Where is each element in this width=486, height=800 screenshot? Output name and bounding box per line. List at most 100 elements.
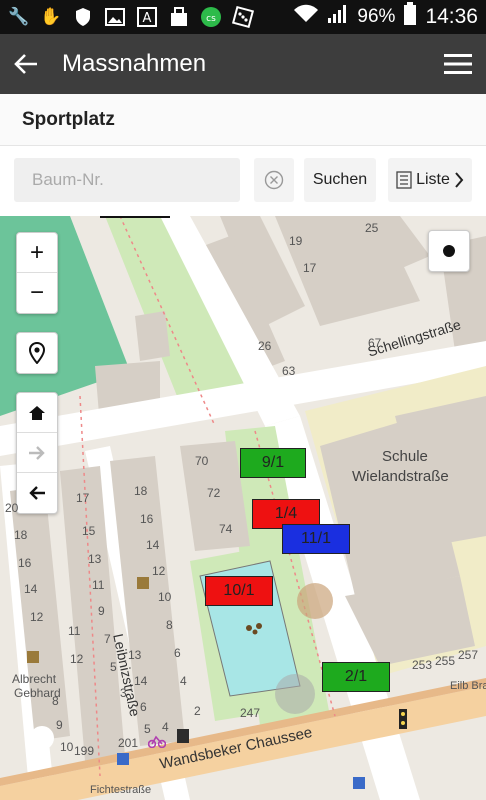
bus-stop-icon <box>352 776 366 795</box>
house-number: 4 <box>162 720 169 734</box>
battery-icon <box>403 2 417 32</box>
school-label: Wielandstraße <box>352 468 449 485</box>
house-number: 18 <box>134 484 148 498</box>
cloud-icon: cs <box>200 6 222 28</box>
house-number: 253 <box>412 658 433 672</box>
house-number: 247 <box>240 706 261 720</box>
house-number: 70 <box>195 454 209 468</box>
house-number: 10 <box>60 740 74 754</box>
dice-icon <box>232 6 254 28</box>
search-row: Suchen Liste <box>0 146 486 216</box>
svg-text:cs: cs <box>206 14 216 24</box>
house-number: 11 <box>68 624 81 638</box>
poi-label: Albrecht <box>12 672 57 686</box>
signal-icon <box>327 4 349 30</box>
page-title: Massnahmen <box>62 50 207 77</box>
house-number: 25 <box>365 221 379 235</box>
house-number: 16 <box>140 512 154 526</box>
location-pin-icon <box>29 342 45 364</box>
house-number: 2 <box>194 704 201 718</box>
locate-button[interactable] <box>17 333 57 373</box>
svg-text:A: A <box>143 11 152 26</box>
house-number: 26 <box>258 339 272 353</box>
house-number: 13 <box>128 648 142 662</box>
house-number: 14 <box>146 538 160 552</box>
clear-circle-icon <box>264 170 284 190</box>
tree-label[interactable]: 10/1 <box>205 576 273 606</box>
house-number: 14 <box>24 582 38 596</box>
arrow-left-icon <box>14 54 37 74</box>
search-button[interactable]: Suchen <box>304 158 376 202</box>
home-icon <box>29 405 45 420</box>
house-number: 8 <box>166 618 173 632</box>
street-label: Fichtestraße <box>90 784 152 796</box>
back-button[interactable] <box>2 34 50 94</box>
forward-button[interactable] <box>17 433 57 473</box>
parking-icon <box>176 728 190 749</box>
navigation-control <box>16 392 58 514</box>
list-icon <box>396 171 412 189</box>
house-number: 11 <box>92 578 105 592</box>
tree-label[interactable]: 11/1 <box>282 524 350 554</box>
house-number: 5 <box>110 660 117 674</box>
bag-icon <box>168 6 190 28</box>
app-bar: Massnahmen <box>0 34 486 94</box>
house-number: 20 <box>5 501 19 515</box>
house-number: 18 <box>14 528 28 542</box>
shop-icon <box>26 650 40 669</box>
house-number: 74 <box>219 522 233 536</box>
wrench-icon: 🔧 <box>8 7 30 26</box>
traffic-light-icon <box>398 708 408 735</box>
house-number: 14 <box>134 674 148 688</box>
house-number: 3 <box>120 686 127 700</box>
house-number: 199 <box>74 744 95 758</box>
locate-control <box>16 332 58 374</box>
clear-search-button[interactable] <box>254 158 294 202</box>
house-number: 13 <box>88 552 102 566</box>
dot-icon <box>443 245 455 257</box>
house-number: 72 <box>207 486 221 500</box>
shield-icon <box>72 6 94 28</box>
arrow-right-icon <box>29 445 45 460</box>
bicycle-icon <box>147 734 167 753</box>
arrow-left-icon <box>29 486 45 500</box>
house-number: 67 <box>368 336 382 350</box>
zoom-out-button[interactable]: − <box>17 273 57 313</box>
house-number: 15 <box>82 524 96 538</box>
font-a-icon: A <box>136 6 158 28</box>
location-title: Sportplatz <box>22 108 115 130</box>
status-bar: 🔧 ✋ A cs 96% 14:36 <box>0 0 486 34</box>
list-button[interactable]: Liste <box>388 158 472 202</box>
zoom-in-button[interactable]: + <box>17 233 57 273</box>
school-label: Schule <box>382 448 428 465</box>
home-button[interactable] <box>17 393 57 433</box>
tree-number-input[interactable] <box>14 158 240 202</box>
tree-label[interactable]: 9/1 <box>240 448 306 478</box>
tree-label[interactable]: 2/1 <box>322 662 390 692</box>
image-icon <box>104 6 126 28</box>
location-header: Sportplatz <box>0 94 486 146</box>
map-back-button[interactable] <box>17 473 57 513</box>
menu-button[interactable] <box>430 34 486 94</box>
house-number: 257 <box>458 648 479 662</box>
house-number: 8 <box>52 694 59 708</box>
zoom-control: + − <box>16 232 58 314</box>
house-number: 9 <box>98 604 105 618</box>
house-number: 17 <box>76 491 90 505</box>
house-number: 255 <box>435 654 456 668</box>
record-button[interactable] <box>429 231 469 271</box>
playground-icon <box>244 620 266 641</box>
hamburger-menu-icon <box>444 54 472 74</box>
house-number: 16 <box>18 556 32 570</box>
house-number: 12 <box>152 564 166 578</box>
house-number: 9 <box>56 718 63 732</box>
glove-icon: ✋ <box>40 7 62 26</box>
house-number: 201 <box>118 736 139 750</box>
battery-percent: 96% <box>357 6 396 27</box>
clock-time: 14:36 <box>425 5 478 28</box>
house-number: 17 <box>303 261 317 275</box>
house-number: 6 <box>174 646 181 660</box>
map-view[interactable]: + − 9/1 1/4 11/1 10/1 2/1 Schellingstraß… <box>0 216 486 800</box>
house-number: 19 <box>289 234 303 248</box>
chevron-right-icon <box>455 172 464 188</box>
